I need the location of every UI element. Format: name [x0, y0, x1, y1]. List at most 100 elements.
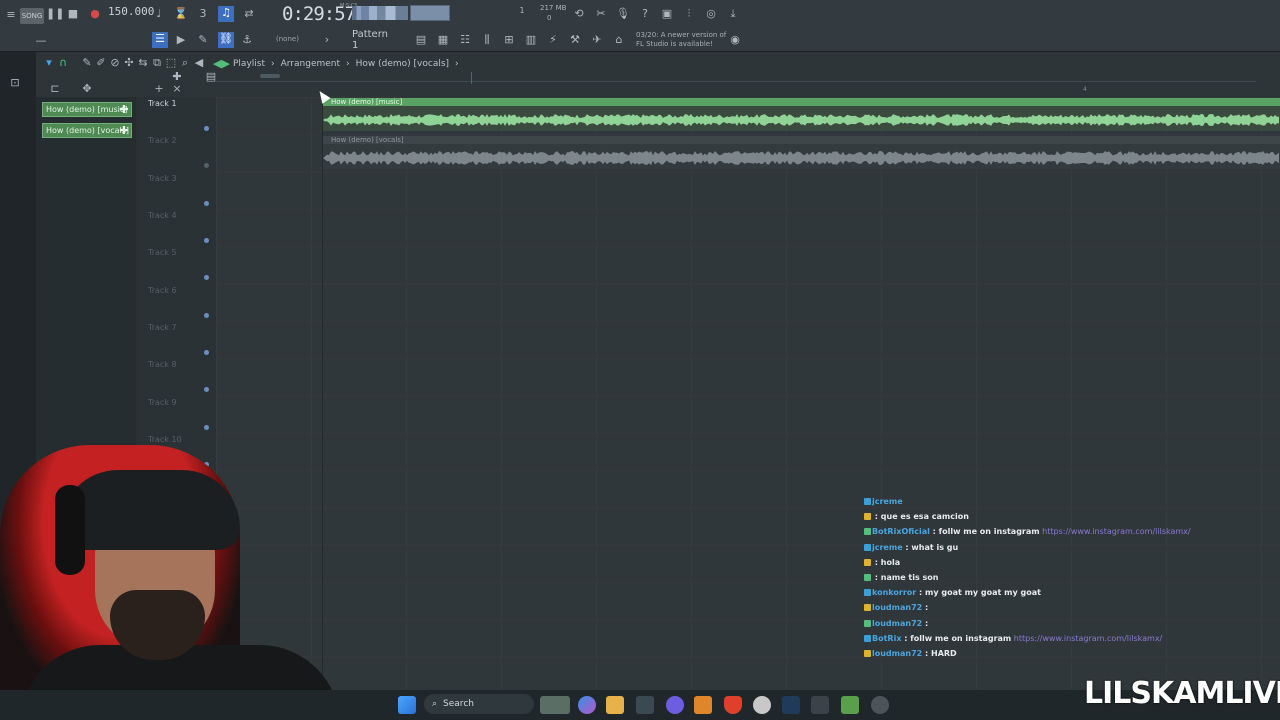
- track-9-mute-dot[interactable]: [204, 425, 209, 430]
- chat-username[interactable]: BotRix: [872, 634, 901, 643]
- file-explorer-icon[interactable]: [606, 696, 624, 714]
- pattern-selector[interactable]: (none): [276, 35, 299, 43]
- brave-icon[interactable]: [724, 696, 742, 714]
- taskbar-search[interactable]: ⌕ Search: [424, 694, 534, 714]
- track-5-mute-dot[interactable]: [204, 275, 209, 280]
- audio-clip-music[interactable]: How (demo) [music]: [323, 98, 1280, 131]
- picker-clip-vocals[interactable]: How (demo) [vocals] ✚: [42, 123, 132, 138]
- delete-tool-icon[interactable]: ⊘: [108, 56, 122, 70]
- toolbar-more-icon[interactable]: ⌂: [612, 33, 626, 47]
- chat-username[interactable]: loudman72: [872, 649, 922, 658]
- download-icon[interactable]: ⤓: [726, 7, 740, 21]
- tools-icon[interactable]: ⚒: [568, 33, 582, 47]
- stop-icon[interactable]: ■: [66, 7, 80, 21]
- chrome-icon[interactable]: [753, 696, 771, 714]
- next-icon[interactable]: ▶: [174, 33, 188, 47]
- playlist-menu-icon[interactable]: ▾: [42, 56, 56, 70]
- slip-tool-icon[interactable]: ⇆: [136, 56, 150, 70]
- plug-icon[interactable]: ⚡: [546, 33, 560, 47]
- song-mode-button[interactable]: SONG: [20, 8, 44, 24]
- master-pitch-slider[interactable]: —: [30, 34, 52, 48]
- chat-username[interactable]: BotRixOficial: [872, 527, 930, 536]
- track-1-label[interactable]: Track 1: [148, 99, 177, 108]
- start-icon[interactable]: [398, 696, 416, 714]
- track-7-label[interactable]: Track 7: [148, 323, 177, 332]
- select-tool-icon[interactable]: ⬚: [164, 56, 178, 70]
- help-icon[interactable]: ?: [638, 7, 652, 21]
- store-icon[interactable]: [636, 696, 654, 714]
- chat-username[interactable]: loudman72: [872, 603, 922, 612]
- picker-grid-icon[interactable]: ▤: [204, 70, 218, 84]
- app-icon[interactable]: [811, 696, 829, 714]
- track-4-label[interactable]: Track 4: [148, 211, 177, 220]
- playlist-icon[interactable]: ▤: [414, 33, 428, 47]
- clip-options-icon[interactable]: ✚: [117, 124, 131, 138]
- timeline-ruler[interactable]: [216, 72, 1256, 82]
- paint-tool-icon[interactable]: ✐: [94, 56, 108, 70]
- draw-tool-icon[interactable]: ✎: [80, 56, 94, 70]
- track-2-label[interactable]: Track 2: [148, 136, 177, 145]
- menu-icon[interactable]: ≡: [4, 8, 18, 22]
- loop-record-icon[interactable]: ⇄: [242, 7, 256, 21]
- track-6-mute-dot[interactable]: [204, 313, 209, 318]
- metronome-icon[interactable]: ♩: [152, 7, 166, 21]
- image-line-icon[interactable]: ◉: [728, 33, 742, 47]
- chat-username[interactable]: loudman72: [872, 619, 922, 628]
- track-1-mute-dot[interactable]: [204, 126, 209, 131]
- script-icon[interactable]: ✈: [590, 33, 604, 47]
- breadcrumb-clip[interactable]: How (demo) [vocals]: [356, 59, 449, 69]
- playlist-view-icon[interactable]: ☰: [152, 32, 168, 48]
- snap-icon[interactable]: ⚓: [240, 33, 254, 47]
- channel-rack-icon[interactable]: ☷: [458, 33, 472, 47]
- picker-add-icon[interactable]: ✚: [170, 70, 184, 84]
- add-track-icon[interactable]: +: [152, 82, 166, 96]
- track-3-label[interactable]: Track 3: [148, 174, 177, 183]
- track-8-mute-dot[interactable]: [204, 387, 209, 392]
- track-8-label[interactable]: Track 8: [148, 360, 177, 369]
- pattern-button[interactable]: Pattern 1: [352, 29, 392, 51]
- tempo-display[interactable]: 150.000: [108, 5, 154, 18]
- cut-icon[interactable]: ✂: [594, 7, 608, 21]
- track-4-mute-dot[interactable]: [204, 238, 209, 243]
- horizontal-scrollbar[interactable]: [260, 74, 280, 78]
- pattern-arrow-icon[interactable]: ›: [320, 33, 334, 47]
- clip-options-icon[interactable]: ✚: [117, 103, 131, 117]
- playback-tool-icon[interactable]: ◀: [192, 56, 206, 70]
- chat-link[interactable]: https://www.instagram.com/lilskamx/: [1040, 527, 1190, 536]
- copilot-icon[interactable]: [578, 696, 596, 714]
- track-3-mute-dot[interactable]: [204, 201, 209, 206]
- widgets-icon[interactable]: [540, 696, 570, 714]
- playlist-play-icon[interactable]: ◀▶: [213, 57, 230, 71]
- news-panel[interactable]: 03/20: A newer version of FL Studio is a…: [636, 31, 726, 49]
- chat-username[interactable]: konkorror: [872, 588, 916, 597]
- track-9-label[interactable]: Track 9: [148, 398, 177, 407]
- track-6-label[interactable]: Track 6: [148, 286, 177, 295]
- magnet-icon[interactable]: ∩: [56, 56, 70, 70]
- arrangement-grid[interactable]: [216, 97, 1280, 702]
- close-picker-icon[interactable]: ×: [170, 82, 184, 96]
- picker-move-icon[interactable]: ✥: [80, 82, 94, 96]
- app-2-icon[interactable]: [841, 696, 859, 714]
- track-5-label[interactable]: Track 5: [148, 248, 177, 257]
- pencil-icon[interactable]: ✎: [196, 33, 210, 47]
- link-icon[interactable]: ⛓: [218, 32, 234, 48]
- zoom-tool-icon[interactable]: ⌕: [178, 56, 192, 70]
- mute-tool-icon[interactable]: ✣: [122, 56, 136, 70]
- steam-icon[interactable]: [782, 696, 800, 714]
- discord-icon[interactable]: [666, 696, 684, 714]
- piano-roll-icon[interactable]: ▦: [436, 33, 450, 47]
- mixer-icon[interactable]: ⫶: [682, 7, 696, 21]
- pause-icon[interactable]: ❚❚: [46, 7, 64, 21]
- mic-icon[interactable]: 🎙: [616, 7, 630, 21]
- chat-icon[interactable]: ◎: [704, 7, 718, 21]
- browser-icon[interactable]: ⊞: [502, 33, 516, 47]
- breadcrumb-arrangement[interactable]: Arrangement: [281, 59, 340, 69]
- track-7-mute-dot[interactable]: [204, 350, 209, 355]
- track-2-mute-dot[interactable]: [204, 163, 209, 168]
- app-3-icon[interactable]: [871, 696, 889, 714]
- audio-clip-vocals[interactable]: How (demo) [vocals]: [323, 136, 1280, 169]
- wait-icon[interactable]: ⌛: [174, 7, 188, 21]
- picker-collapse-icon[interactable]: ⊏: [48, 82, 62, 96]
- chat-username[interactable]: jcreme: [872, 497, 903, 506]
- mixer-view-icon[interactable]: ⫼: [480, 33, 494, 47]
